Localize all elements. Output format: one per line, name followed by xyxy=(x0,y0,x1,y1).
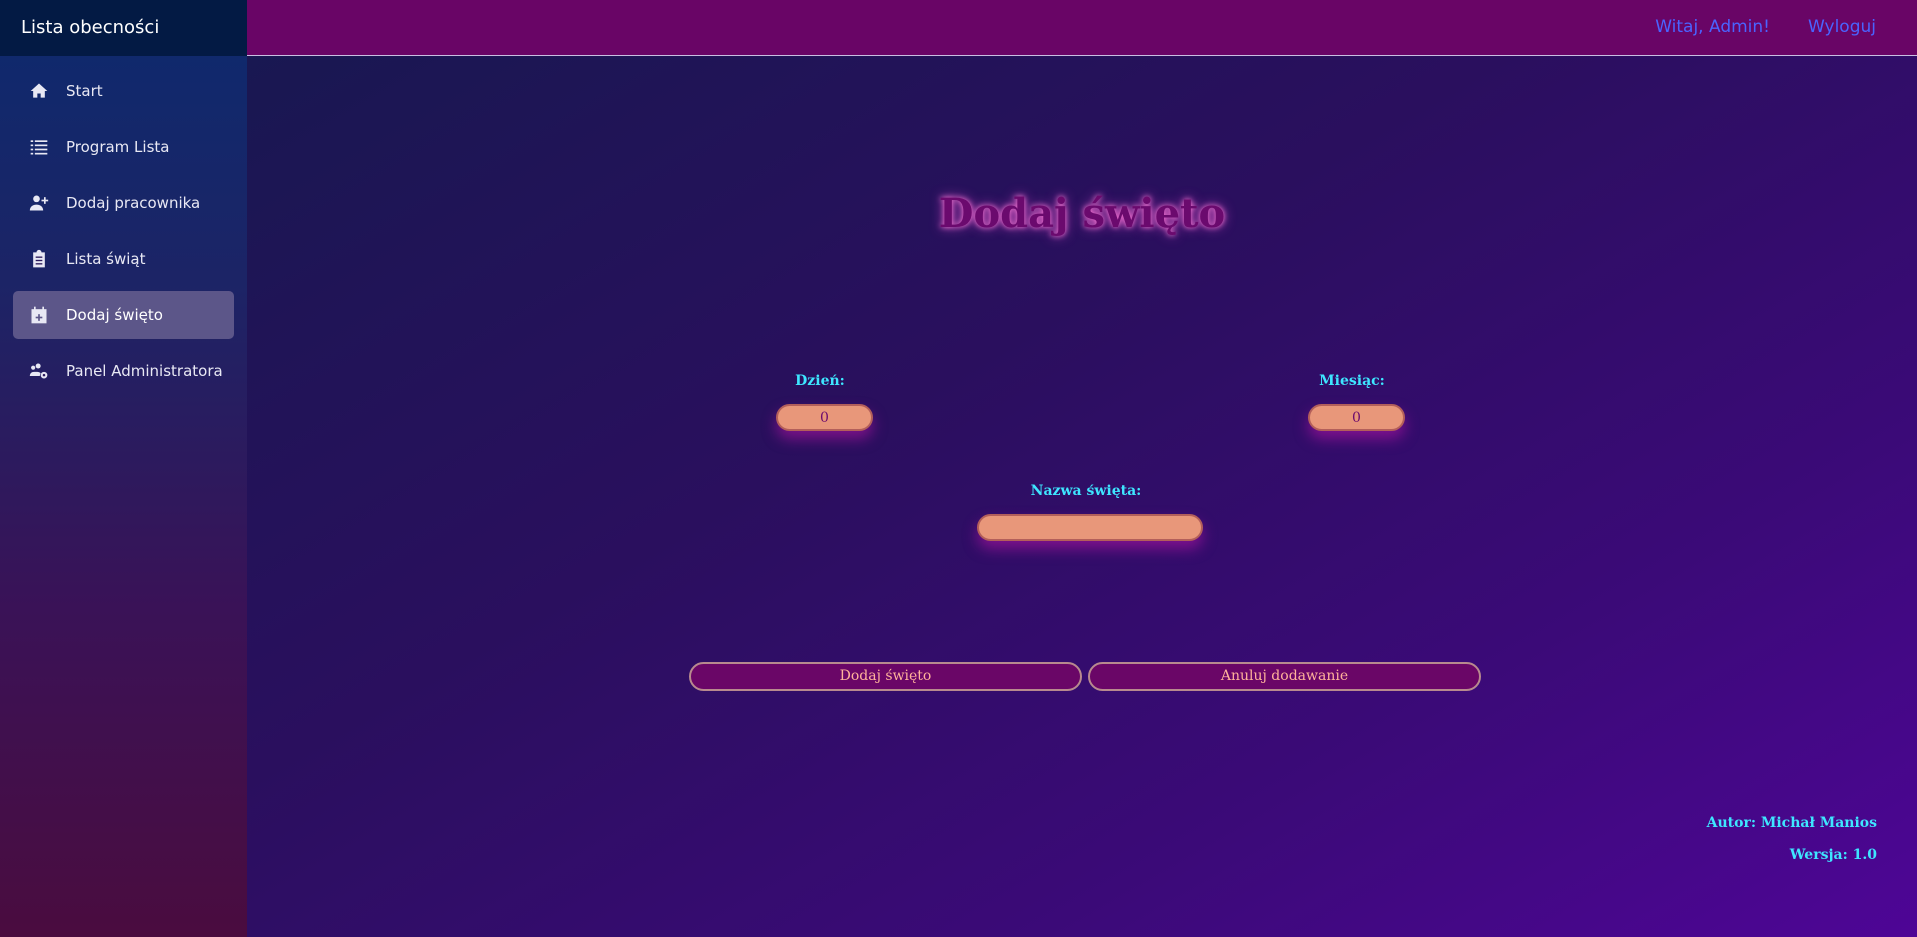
version-text: Wersja: 1.0 xyxy=(1789,847,1877,863)
user-plus-icon xyxy=(29,193,49,213)
sidebar-item-label: Start xyxy=(66,82,103,100)
sidebar-item-label: Program Lista xyxy=(66,138,170,156)
day-label: Dzień: xyxy=(795,373,845,389)
holiday-name-label: Nazwa święta: xyxy=(1030,483,1142,499)
sidebar-item-dodaj-pracownika[interactable]: Dodaj pracownika xyxy=(13,179,234,227)
author-text: Autor: Michał Manios xyxy=(1706,815,1877,831)
greeting-link[interactable]: Witaj, Admin! xyxy=(1655,17,1770,37)
list-icon xyxy=(29,137,49,157)
sidebar-item-label: Lista świąt xyxy=(66,250,146,268)
sidebar-nav: Start Program Lista Dodaj pracownika Lis… xyxy=(0,56,247,395)
sidebar-item-lista-swiat[interactable]: Lista świąt xyxy=(13,235,234,283)
sidebar-item-panel-administratora[interactable]: Panel Administratora xyxy=(13,347,234,395)
sidebar: Lista obecności Start Program Lista Doda… xyxy=(0,0,247,937)
calendar-plus-icon xyxy=(29,305,49,325)
sidebar-item-label: Dodaj święto xyxy=(66,306,163,324)
cancel-button[interactable]: Anuluj dodawanie xyxy=(1088,662,1481,691)
logout-link[interactable]: Wyloguj xyxy=(1808,17,1876,37)
add-holiday-button[interactable]: Dodaj święto xyxy=(689,662,1082,691)
sidebar-item-dodaj-swieto[interactable]: Dodaj święto xyxy=(13,291,234,339)
topbar: Witaj, Admin! Wyloguj xyxy=(247,0,1917,56)
users-cog-icon xyxy=(29,361,49,381)
sidebar-item-start[interactable]: Start xyxy=(13,67,234,115)
day-input[interactable] xyxy=(776,404,873,431)
page-title: Dodaj święto xyxy=(938,190,1226,237)
month-input[interactable] xyxy=(1308,404,1405,431)
month-label: Miesiąc: xyxy=(1319,373,1385,389)
sidebar-item-label: Dodaj pracownika xyxy=(66,194,201,212)
home-icon xyxy=(29,81,49,101)
app-title: Lista obecności xyxy=(0,0,247,56)
clipboard-list-icon xyxy=(29,249,49,269)
sidebar-item-label: Panel Administratora xyxy=(66,362,223,380)
sidebar-item-program-lista[interactable]: Program Lista xyxy=(13,123,234,171)
holiday-name-input[interactable] xyxy=(977,514,1203,541)
